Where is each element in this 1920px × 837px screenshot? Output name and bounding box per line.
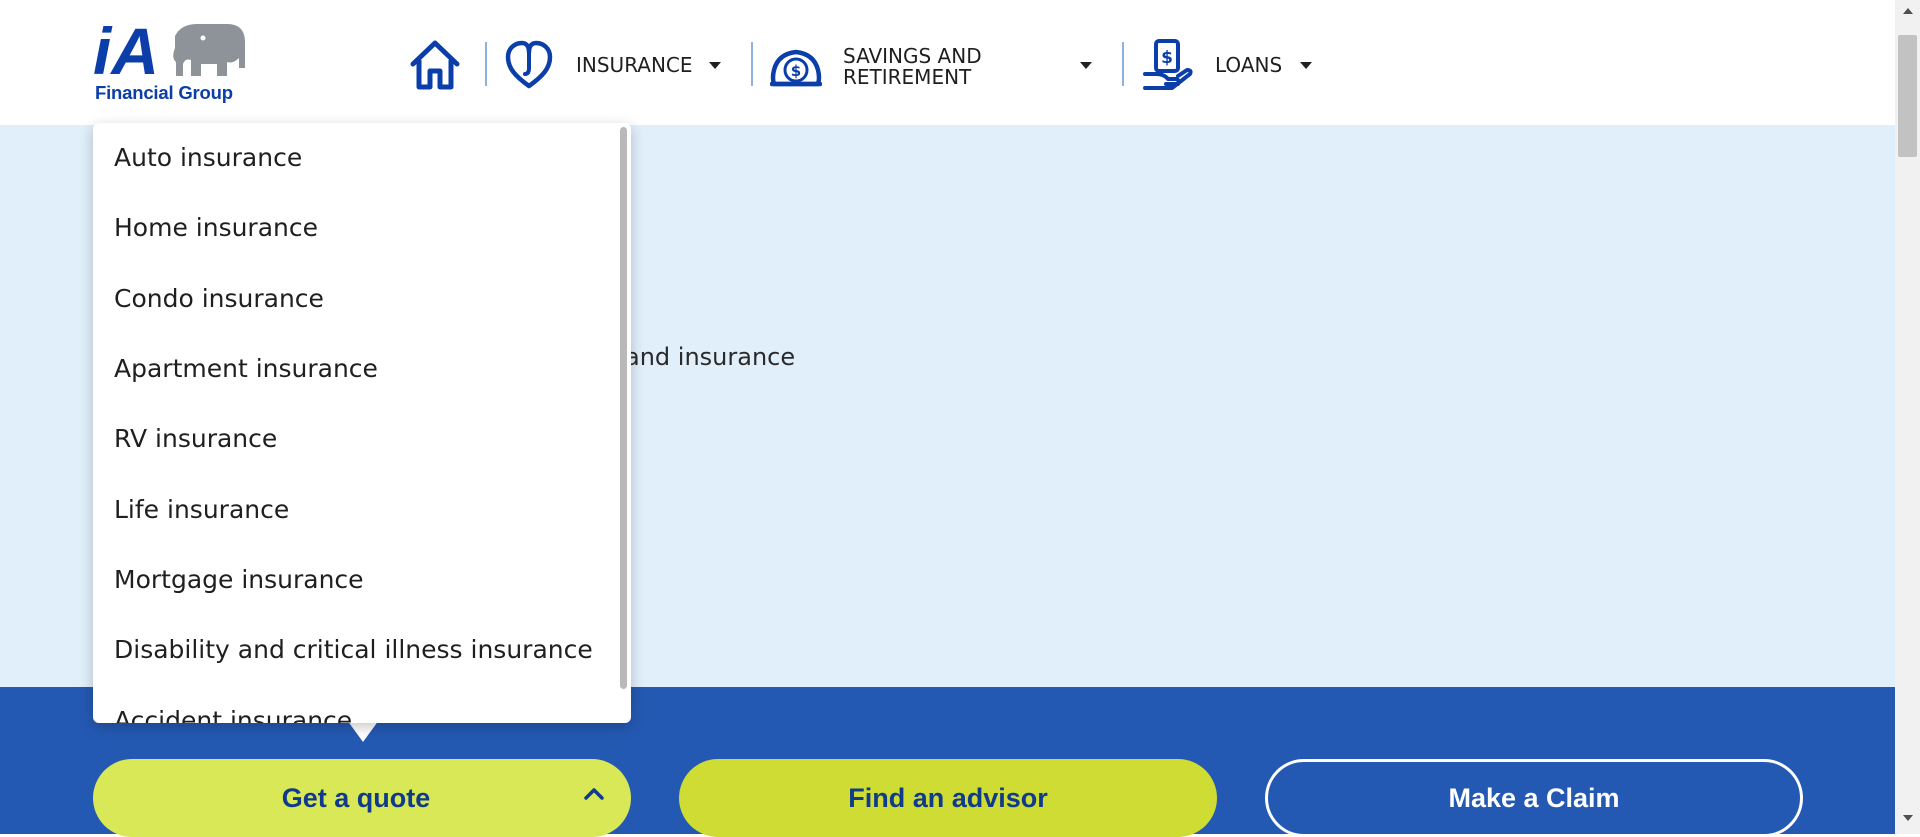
dropdown-item-disability[interactable]: Disability and critical illness insuranc… [114, 630, 593, 670]
brand-tagline: Financial Group [95, 82, 233, 103]
scroll-up-arrow-icon[interactable] [1903, 8, 1913, 14]
elephant-logo-icon: iA [93, 18, 245, 82]
dropdown-item-auto[interactable]: Auto insurance [114, 138, 302, 178]
nav-divider [1122, 42, 1124, 86]
dropdown-item-mortgage[interactable]: Mortgage insurance [114, 560, 364, 600]
make-a-claim-label: Make a Claim [1448, 782, 1620, 813]
make-a-claim-button[interactable]: Make a Claim [1265, 759, 1803, 837]
get-a-quote-button[interactable]: Get a quote [93, 759, 631, 837]
find-an-advisor-button[interactable]: Find an advisor [679, 759, 1217, 837]
nav-insurance[interactable]: INSURANCE [505, 38, 725, 92]
dropdown-item-apartment[interactable]: Apartment insurance [114, 349, 378, 389]
svg-text:$: $ [791, 62, 801, 80]
dropdown-item-accident[interactable]: Accident insurance [114, 701, 352, 723]
hand-dollar-icon: $ [1143, 39, 1193, 90]
dropdown-scrollbar[interactable] [620, 127, 627, 689]
nav-insurance-label: INSURANCE [576, 53, 693, 77]
nav-home[interactable] [408, 38, 462, 92]
site-header: iA Financial Group INSURANCE $ SAVINGS A… [0, 0, 1895, 125]
chevron-up-icon [584, 788, 604, 800]
brand-logo[interactable]: iA Financial Group [93, 18, 253, 108]
page-scrollbar-thumb[interactable] [1898, 35, 1917, 157]
chevron-down-icon [709, 62, 721, 69]
chevron-down-icon [1300, 62, 1312, 69]
logo-letters: iA [93, 18, 159, 82]
dropdown-item-home[interactable]: Home insurance [114, 208, 318, 248]
quote-dropdown-menu: Auto insurance Home insurance Condo insu… [93, 123, 631, 723]
nav-savings-label-line2: RETIREMENT [843, 65, 972, 89]
nav-savings-retirement[interactable]: $ SAVINGS AND RETIREMENT [770, 38, 1095, 92]
svg-text:$: $ [1161, 48, 1173, 68]
heart-icon [505, 40, 553, 89]
nav-savings-label-line1: SAVINGS AND [843, 44, 982, 68]
nav-divider [751, 42, 753, 86]
dropdown-item-rv[interactable]: RV insurance [114, 419, 277, 459]
page-scrollbar[interactable] [1895, 0, 1920, 834]
nav-loans-label: LOANS [1215, 53, 1283, 77]
chevron-down-icon [1080, 62, 1092, 69]
dropdown-item-life[interactable]: Life insurance [114, 490, 289, 530]
hero-partial-text: and insurance [625, 343, 796, 371]
scroll-down-arrow-icon[interactable] [1903, 815, 1913, 821]
nav-divider [485, 42, 487, 86]
get-a-quote-label: Get a quote [281, 782, 431, 813]
home-icon [410, 40, 460, 90]
piggy-bank-dollar-icon: $ [770, 49, 822, 87]
dropdown-item-condo[interactable]: Condo insurance [114, 279, 324, 319]
nav-loans[interactable]: $ LOANS [1142, 38, 1317, 92]
dropdown-pointer [347, 720, 379, 742]
find-an-advisor-label: Find an advisor [848, 782, 1048, 813]
